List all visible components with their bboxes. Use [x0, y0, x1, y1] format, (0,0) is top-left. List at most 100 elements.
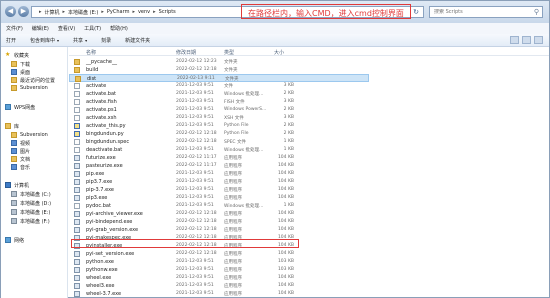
- chevron-down-icon: ▾: [57, 37, 60, 43]
- sidebar-item-subversion[interactable]: Subversion: [11, 84, 48, 92]
- sidebar-item-drive-c[interactable]: 本地磁盘 (C:): [11, 190, 51, 198]
- sidebar-item-documents[interactable]: 文档: [11, 155, 30, 163]
- folder-icon: [74, 67, 80, 73]
- file-row[interactable]: deactivate.bat 2021-12-03 9:51 Windows 批处理…: [69, 146, 369, 154]
- file-size: 2 KB: [283, 107, 294, 112]
- sidebar-item-libraries[interactable]: 库: [5, 122, 19, 130]
- chevron-right-icon: ▸: [39, 9, 42, 15]
- file-date: 2022-02-12 12:18: [176, 139, 217, 144]
- sidebar-item-pictures[interactable]: 图片: [11, 147, 30, 155]
- sidebar-item-wps[interactable]: WPS网盘: [5, 103, 35, 111]
- file-row[interactable]: build 2022-02-12 12:18 文件夹: [69, 66, 369, 74]
- file-row[interactable]: activate.xsh 2021-12-03 9:51 XSH 文件 3 KB: [69, 114, 369, 122]
- file-row[interactable]: pydoc.bat 2021-12-03 9:51 Windows 批处理... 1 …: [69, 202, 369, 210]
- file-row[interactable]: wheel3.exe 2021-12-03 9:51 应用程序 104 KB: [69, 282, 369, 290]
- sidebar-item-desktop[interactable]: 桌面: [11, 68, 30, 76]
- sidebar-item-recent[interactable]: 最近访问的位置: [11, 76, 55, 84]
- search-icon[interactable]: ⚲: [534, 8, 539, 16]
- exe-icon: [74, 171, 80, 177]
- file-name: pasteurize.exe: [86, 163, 123, 169]
- file-row[interactable]: bingdundun.spec 2022-02-12 12:18 SPEC 文件 1 …: [69, 138, 369, 146]
- file-name: pyi-set_version.exe: [86, 251, 135, 257]
- sidebar-item-drive-e[interactable]: 本地磁盘 (E:): [11, 208, 50, 216]
- file-row[interactable]: activate_this.py 2021-12-03 9:51 Python Fi…: [69, 122, 369, 130]
- file-row[interactable]: activate.bat 2021-12-03 9:51 Windows 批处理..…: [69, 90, 369, 98]
- file-row[interactable]: pasteurize.exe 2022-02-12 11:17 应用程序 104 KB: [69, 162, 369, 170]
- file-row[interactable]: pyi-bindepend.exe 2022-02-12 12:18 应用程序 104…: [69, 218, 369, 226]
- menu-file[interactable]: 文件(F): [6, 25, 23, 32]
- organize-button[interactable]: 打开: [6, 37, 16, 44]
- file-date: 2021-12-03 9:51: [176, 179, 214, 184]
- file-row[interactable]: wheel.exe 2021-12-03 9:51 应用程序 104 KB: [69, 274, 369, 282]
- include-library-button[interactable]: 包含到库中 ▾: [30, 37, 59, 44]
- search-input[interactable]: [434, 9, 530, 15]
- menu-help[interactable]: 帮助(H): [110, 25, 128, 32]
- folder-icon: [11, 61, 17, 67]
- file-row[interactable]: activate.fish 2021-12-03 9:51 FISH 文件 3 KB: [69, 98, 369, 106]
- file-name: pythonw.exe: [86, 267, 118, 273]
- file-type: 应用程序: [224, 156, 242, 161]
- file-row[interactable]: pip3.exe 2021-12-03 9:51 应用程序 104 KB: [69, 194, 369, 202]
- burn-button[interactable]: 刻录: [101, 37, 111, 44]
- file-row[interactable]: pip3.7.exe 2021-12-03 9:51 应用程序 104 KB: [69, 178, 369, 186]
- chevron-right-icon: ▸: [132, 9, 135, 15]
- file-row[interactable]: activate.ps1 2021-12-03 9:51 Windows Power…: [69, 106, 369, 114]
- sidebar-item-computer[interactable]: 计算机: [5, 181, 29, 189]
- file-name: wheel3.exe: [86, 283, 115, 289]
- video-icon: [11, 140, 17, 146]
- menu-bar: 文件(F) 编辑(E) 查看(V) 工具(T) 帮助(H): [1, 23, 549, 34]
- file-row[interactable]: pyi-archive_viewer.exe 2022-02-12 12:18 应用…: [69, 210, 369, 218]
- breadcrumb-scripts[interactable]: Scripts: [159, 9, 176, 15]
- file-icon: [74, 91, 80, 97]
- navigation-pane: ★ 收藏夹 下载 桌面 最近访问的位置 Subversion WPS网盘 库 Su…: [1, 47, 68, 298]
- sidebar-item-drive-f[interactable]: 本地磁盘 (F:): [11, 217, 50, 225]
- file-row[interactable]: python.exe 2021-12-03 9:51 应用程序 103 KB: [69, 258, 369, 266]
- file-row[interactable]: pip-3.7.exe 2021-12-03 9:51 应用程序 104 KB: [69, 186, 369, 194]
- file-date: 2021-12-03 9:51: [176, 195, 214, 200]
- breadcrumb-venv[interactable]: venv: [138, 9, 150, 15]
- preview-pane-icon[interactable]: [522, 36, 531, 44]
- file-row[interactable]: futurize.exe 2022-02-12 11:17 应用程序 104 KB: [69, 154, 369, 162]
- file-row[interactable]: pyi-set_version.exe 2022-02-12 12:18 应用程序 1…: [69, 250, 369, 258]
- file-row[interactable]: dist 2022-02-13 9:11 文件夹: [69, 74, 369, 82]
- file-row[interactable]: pythonw.exe 2021-12-03 9:51 应用程序 103 KB: [69, 266, 369, 274]
- file-row[interactable]: pyi-grab_version.exe 2022-02-12 12:18 应用程序…: [69, 226, 369, 234]
- search-box[interactable]: ⚲: [429, 6, 543, 18]
- exe-icon: [74, 227, 80, 233]
- menu-view[interactable]: 查看(V): [58, 25, 75, 32]
- file-row[interactable]: wheel-3.7.exe 2021-12-03 9:51 应用程序 104 KB: [69, 290, 369, 298]
- back-icon[interactable]: ◀: [5, 6, 16, 17]
- column-name[interactable]: 名称: [86, 49, 96, 56]
- file-type: 应用程序: [224, 220, 242, 225]
- sidebar-item-videos[interactable]: 视频: [11, 139, 30, 147]
- new-folder-button[interactable]: 新建文件夹: [125, 37, 150, 44]
- file-type: 应用程序: [224, 284, 242, 289]
- file-type: 文件夹: [224, 68, 238, 73]
- refresh-icon[interactable]: ↻: [411, 7, 421, 17]
- menu-tools[interactable]: 工具(T): [84, 25, 101, 32]
- sidebar-item-network[interactable]: 网络: [5, 236, 24, 244]
- file-name: pip3.7.exe: [86, 179, 113, 185]
- file-row[interactable]: pip.exe 2021-12-03 9:51 应用程序 104 KB: [69, 170, 369, 178]
- forward-icon[interactable]: ▶: [18, 6, 29, 17]
- sidebar-item-music[interactable]: 音乐: [11, 163, 30, 171]
- sidebar-item-lib-subversion[interactable]: Subversion: [11, 131, 48, 139]
- share-label: 共享: [73, 37, 84, 44]
- sidebar-item-downloads[interactable]: 下载: [11, 60, 30, 68]
- share-button[interactable]: 共享 ▾: [73, 37, 87, 44]
- column-size[interactable]: 大小: [274, 49, 284, 56]
- column-date[interactable]: 修改日期: [176, 49, 196, 56]
- file-date: 2022-02-12 11:17: [176, 163, 217, 168]
- menu-edit[interactable]: 编辑(E): [32, 25, 49, 32]
- breadcrumb-pycharm[interactable]: PyCharm: [107, 9, 130, 15]
- column-type[interactable]: 类型: [224, 49, 234, 56]
- sidebar-item-drive-d[interactable]: 本地磁盘 (D:): [11, 199, 51, 207]
- sidebar-item-favorites[interactable]: ★ 收藏夹: [5, 51, 29, 59]
- file-row[interactable]: bingdundun.py 2022-02-12 12:18 Python File…: [69, 130, 369, 138]
- view-options-icon[interactable]: [510, 36, 519, 44]
- file-row[interactable]: __pycache__ 2022-02-12 12:23 文件夹: [69, 58, 369, 66]
- help-icon[interactable]: [534, 36, 543, 44]
- file-row[interactable]: activate 2021-12-03 9:51 文件 3 KB: [69, 82, 369, 90]
- breadcrumb-computer[interactable]: 计算机: [45, 9, 60, 16]
- breadcrumb-drive-e[interactable]: 本地磁盘 (E:): [68, 9, 98, 16]
